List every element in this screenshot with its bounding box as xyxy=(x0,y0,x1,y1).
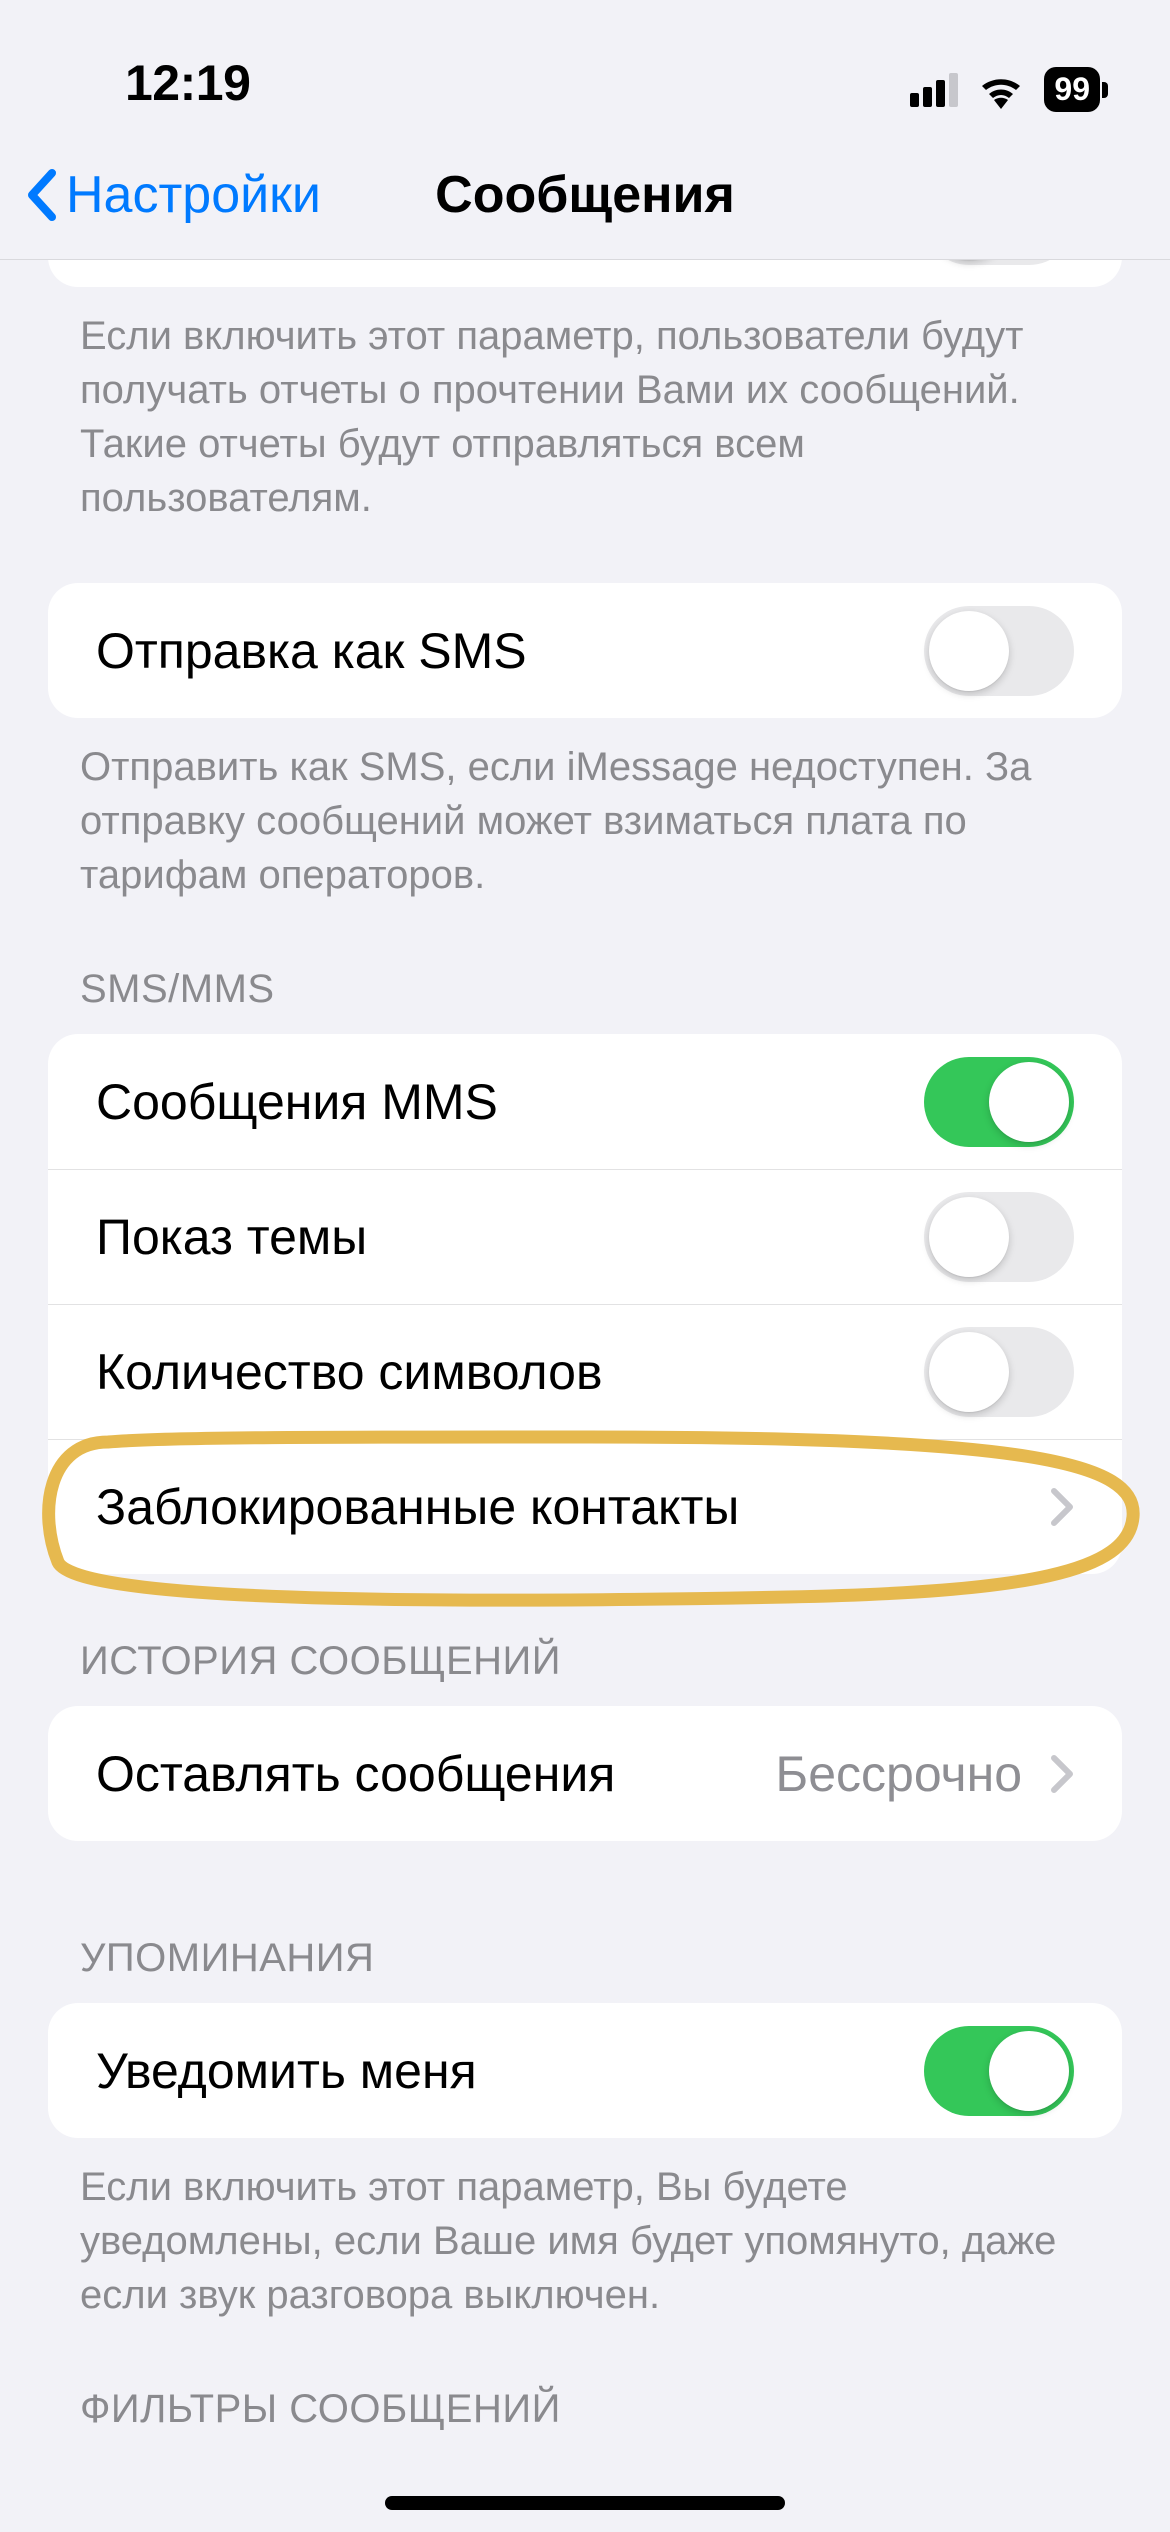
switch-mms-messaging[interactable] xyxy=(924,1057,1074,1147)
cellular-icon xyxy=(910,73,958,107)
status-time: 12:19 xyxy=(125,54,250,112)
row-label: Сообщения MMS xyxy=(96,1073,498,1131)
switch-notify-me[interactable] xyxy=(924,2026,1074,2116)
back-label: Настройки xyxy=(66,165,321,225)
footer-send-as-sms: Отправить как SMS, если iMessage недосту… xyxy=(0,718,1170,902)
group-sms-mms: Сообщения MMS Показ темы Количество симв… xyxy=(48,1034,1122,1574)
row-send-as-sms[interactable]: Отправка как SMS xyxy=(48,583,1122,718)
row-label: Количество символов xyxy=(96,1343,603,1401)
row-label: Уведомить меня xyxy=(96,2042,477,2100)
chevron-right-icon xyxy=(1050,1754,1074,1794)
row-char-count[interactable]: Количество символов xyxy=(48,1304,1122,1439)
chevron-right-icon xyxy=(1050,1487,1074,1527)
footer-notify-me: Если включить этот параметр, Вы будете у… xyxy=(0,2138,1170,2322)
content-scroll[interactable]: Отчет о прочтении Если включить этот пар… xyxy=(0,260,1170,2532)
row-value: Бессрочно xyxy=(775,1745,1022,1803)
header-filters: ФИЛЬТРЫ СООБЩЕНИЙ xyxy=(0,2322,1170,2454)
home-indicator[interactable] xyxy=(385,2496,785,2510)
group-mentions: Уведомить меня xyxy=(48,2003,1122,2138)
status-bar: 12:19 99 xyxy=(0,0,1170,130)
row-mms-messaging[interactable]: Сообщения MMS xyxy=(48,1034,1122,1169)
switch-read-receipts[interactable] xyxy=(924,260,1074,265)
footer-read-receipts: Если включить этот параметр, пользовател… xyxy=(0,287,1170,525)
wifi-icon xyxy=(976,71,1026,109)
row-read-receipts[interactable]: Отчет о прочтении xyxy=(48,260,1122,287)
row-show-subject[interactable]: Показ темы xyxy=(48,1169,1122,1304)
status-indicators: 99 xyxy=(910,67,1100,112)
nav-bar: Настройки Сообщения xyxy=(0,130,1170,260)
switch-char-count[interactable] xyxy=(924,1327,1074,1417)
header-sms-mms: SMS/MMS xyxy=(0,902,1170,1034)
group-read-receipts: Отчет о прочтении xyxy=(48,260,1122,287)
row-blocked-contacts[interactable]: Заблокированные контакты xyxy=(48,1439,1122,1574)
row-label: Показ темы xyxy=(96,1208,367,1266)
group-history: Оставлять сообщения Бессрочно xyxy=(48,1706,1122,1841)
battery-percent: 99 xyxy=(1054,71,1090,108)
switch-send-as-sms[interactable] xyxy=(924,606,1074,696)
chevron-left-icon xyxy=(24,169,60,221)
row-notify-me[interactable]: Уведомить меня xyxy=(48,2003,1122,2138)
row-keep-messages[interactable]: Оставлять сообщения Бессрочно xyxy=(48,1706,1122,1841)
row-label: Оставлять сообщения xyxy=(96,1745,615,1803)
header-mentions: УПОМИНАНИЯ xyxy=(0,1841,1170,2003)
battery-icon: 99 xyxy=(1044,67,1100,112)
back-button[interactable]: Настройки xyxy=(24,165,321,225)
switch-show-subject[interactable] xyxy=(924,1192,1074,1282)
row-label: Отправка как SMS xyxy=(96,622,527,680)
header-history: ИСТОРИЯ СООБЩЕНИЙ xyxy=(0,1574,1170,1706)
group-send-as-sms: Отправка как SMS xyxy=(48,583,1122,718)
row-label: Заблокированные контакты xyxy=(96,1478,739,1536)
